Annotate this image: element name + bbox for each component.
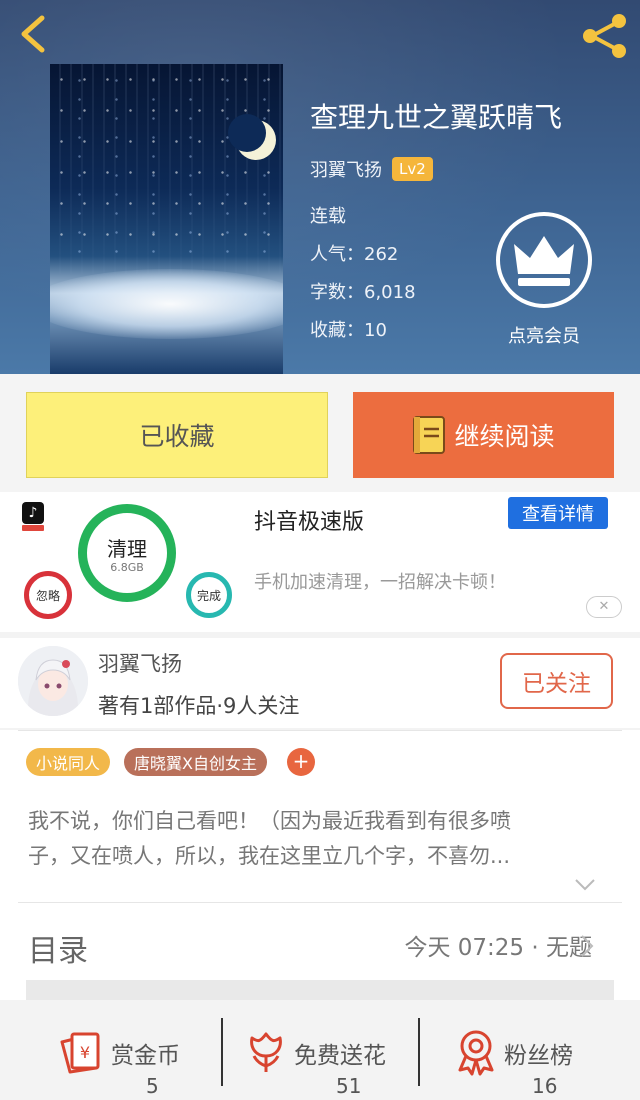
ignore-ring: 忽略 (24, 571, 72, 619)
popularity-stat: 人气：262 (310, 244, 399, 265)
send-flower-label: 免费送花 (294, 1043, 386, 1069)
following-label: 已关注 (522, 671, 591, 697)
back-icon[interactable] (14, 12, 54, 56)
clean-size: 6.8GB (110, 561, 144, 574)
done-label: 完成 (196, 588, 221, 603)
description-line: 我不说，你们自己看吧！（因为最近我看到有很多喷 (28, 809, 511, 833)
continue-reading-button[interactable]: 继续阅读 (353, 392, 614, 478)
fan-ranking-count: 16 (532, 1074, 558, 1098)
flower-icon (250, 1032, 282, 1072)
favorites-stat: 收藏：10 (310, 320, 387, 341)
fan-rank-icon (458, 1030, 494, 1076)
clean-ring: 清理 6.8GB (78, 504, 176, 602)
reward-coins-count: 5 (146, 1074, 159, 1098)
ad-description: 手机加速清理，一招解决卡顿！ (254, 572, 506, 593)
ad-banner[interactable]: ♪ 清理 6.8GB 忽略 完成 抖音极速版 查看详情 手机加速清理，一招解决卡… (0, 492, 640, 632)
reward-coin-icon: ¥ (60, 1032, 100, 1074)
ignore-label: 忽略 (35, 588, 60, 603)
book-icon (413, 416, 446, 454)
vip-label[interactable]: 点亮会员 (494, 322, 594, 348)
tags-and-description: 小说同人 唐晓翼X自创女主 + 我不说，你们自己看吧！（因为最近我看到有很多喷 … (0, 730, 640, 904)
continue-reading-label: 继续阅读 (454, 422, 555, 451)
reward-separator (418, 1018, 420, 1086)
author-line[interactable]: 羽翼飞扬 Lv2 (310, 155, 433, 183)
description-line: 子，又在喷人，所以，我在这里立几个字，不喜勿... (28, 844, 511, 868)
tag-pairing[interactable]: 唐晓翼X自创女主 (124, 748, 267, 776)
following-button[interactable]: 已关注 (500, 653, 613, 709)
reward-coins-label: 赏金币 (111, 1043, 180, 1069)
catalog-placeholder-bar (26, 980, 614, 1000)
chevron-down-icon[interactable] (574, 878, 596, 892)
favorited-label: 已收藏 (139, 422, 215, 451)
book-title: 查理九世之翼跃晴飞 (310, 101, 563, 134)
send-flower-count: 51 (336, 1074, 362, 1098)
divider (18, 902, 622, 903)
tag-fanfic[interactable]: 小说同人 (26, 748, 111, 776)
tiktok-tag (22, 525, 44, 531)
done-ring: 完成 (186, 572, 232, 618)
divider (18, 730, 622, 731)
author-card-name[interactable]: 羽翼飞扬 (98, 648, 182, 678)
add-tag-button[interactable]: + (287, 748, 315, 776)
reward-coins-button[interactable]: ¥ 赏金币 5 (56, 1016, 206, 1098)
book-header: 查理九世之翼跃晴飞 羽翼飞扬 Lv2 连载 人气：262 字数：6,018 收藏… (0, 0, 640, 374)
author-card[interactable]: 羽翼飞扬 著有1部作品·9人关注 已关注 (0, 638, 640, 728)
ad-close-icon[interactable]: ✕ (586, 596, 622, 618)
serial-status: 连载 (310, 206, 346, 227)
svg-text:¥: ¥ (80, 1043, 90, 1062)
fan-ranking-label: 粉丝榜 (504, 1043, 573, 1069)
crown-icon[interactable] (494, 210, 594, 310)
word-count-stat: 字数：6,018 (310, 282, 416, 303)
ad-title[interactable]: 抖音极速版 (254, 504, 364, 536)
author-stats: 著有1部作品·9人关注 (98, 694, 300, 718)
tiktok-logo-icon: ♪ (22, 502, 44, 524)
send-flower-button[interactable]: 免费送花 51 (242, 1016, 412, 1098)
book-description[interactable]: 我不说，你们自己看吧！（因为最近我看到有很多喷 子，又在喷人，所以，我在这里立几… (28, 804, 608, 874)
moon-icon (228, 114, 276, 160)
level-badge: Lv2 (392, 157, 433, 181)
author-avatar[interactable] (18, 646, 88, 716)
reward-separator (221, 1018, 223, 1086)
catalog-title[interactable]: 目录 (28, 926, 88, 970)
favorited-button[interactable]: 已收藏 (26, 392, 328, 478)
action-bar: 已收藏 继续阅读 (0, 374, 640, 492)
share-icon[interactable] (578, 12, 630, 60)
view-details-button[interactable]: 查看详情 (508, 497, 608, 529)
cover-cloud (50, 269, 283, 339)
ad-image[interactable]: ♪ 清理 6.8GB 忽略 完成 (18, 496, 236, 624)
fan-ranking-button[interactable]: 粉丝榜 16 (452, 1016, 602, 1098)
book-cover[interactable] (50, 64, 283, 374)
chevron-right-icon[interactable] (580, 934, 594, 958)
clean-label: 清理 (107, 537, 147, 561)
author-name[interactable]: 羽翼飞扬 (310, 156, 382, 182)
latest-chapter[interactable]: 今天 07:25 · 无题 (404, 928, 592, 962)
reward-bar: ¥ 赏金币 5 免费送花 51 粉丝榜 16 (0, 1000, 640, 1100)
